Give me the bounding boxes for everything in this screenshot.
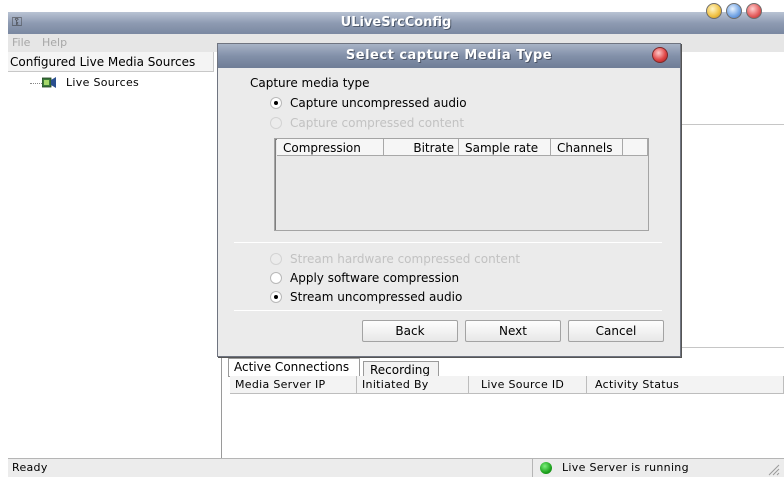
right-panel-area bbox=[680, 262, 784, 348]
dialog-close-button[interactable] bbox=[652, 47, 668, 63]
list-column-header bbox=[623, 139, 648, 156]
option-label[interactable]: Stream uncompressed audio bbox=[290, 290, 462, 304]
maximize-button[interactable] bbox=[726, 3, 742, 19]
group-label: Capture media type bbox=[250, 76, 370, 90]
tab-recording[interactable]: Recording bbox=[363, 361, 439, 377]
radio-apply-software[interactable] bbox=[270, 272, 282, 284]
next-button[interactable]: Next bbox=[465, 320, 561, 342]
window-title-bar[interactable]: ⚿ ULiveSrcConfig bbox=[8, 12, 784, 34]
minimize-button[interactable] bbox=[706, 3, 722, 19]
resize-grip-icon[interactable] bbox=[764, 460, 780, 476]
server-status-text: Live Server is running bbox=[562, 461, 689, 474]
status-separator bbox=[532, 459, 533, 477]
menu-help[interactable]: Help bbox=[42, 36, 67, 49]
column-header[interactable]: Activity Status bbox=[587, 376, 784, 394]
dialog-title-bar[interactable]: Select capture Media Type bbox=[218, 44, 680, 68]
radio-capture-uncompressed[interactable] bbox=[270, 97, 282, 109]
left-panel-header[interactable]: Configured Live Media Sources bbox=[8, 52, 214, 72]
cancel-button[interactable]: Cancel bbox=[568, 320, 664, 342]
right-panel-divider bbox=[680, 124, 784, 125]
column-header[interactable]: Initiated By bbox=[357, 376, 469, 394]
option-label: Capture compressed content bbox=[290, 116, 465, 130]
server-status-icon bbox=[540, 462, 552, 474]
list-column-header[interactable]: Bitrate bbox=[384, 139, 459, 156]
list-column-header[interactable]: Channels bbox=[551, 139, 623, 156]
separator bbox=[234, 242, 662, 243]
list-column-header[interactable]: Sample rate bbox=[459, 139, 551, 156]
sources-tree[interactable] bbox=[8, 72, 222, 460]
tree-connector bbox=[30, 83, 42, 84]
live-sources-icon bbox=[42, 77, 56, 88]
status-text: Ready bbox=[12, 461, 48, 474]
option-label: Stream hardware compressed content bbox=[290, 252, 521, 266]
option-label[interactable]: Capture uncompressed audio bbox=[290, 96, 467, 110]
option-label[interactable]: Apply software compression bbox=[290, 271, 459, 285]
close-button[interactable] bbox=[746, 3, 762, 19]
back-button[interactable]: Back bbox=[362, 320, 458, 342]
list-column-header[interactable]: Compression bbox=[277, 139, 384, 156]
window-title: ULiveSrcConfig bbox=[340, 15, 452, 30]
radio-stream-hardware bbox=[270, 253, 282, 265]
separator bbox=[234, 310, 662, 311]
radio-capture-compressed bbox=[270, 117, 282, 129]
tree-item-live-sources[interactable]: Live Sources bbox=[66, 76, 139, 89]
radio-stream-uncompressed[interactable] bbox=[270, 291, 282, 303]
tab-active-connections[interactable]: Active Connections bbox=[228, 358, 360, 376]
column-header[interactable]: Media Server IP bbox=[230, 376, 357, 394]
column-header[interactable]: Live Source ID bbox=[469, 376, 587, 394]
menu-file[interactable]: File bbox=[12, 36, 30, 49]
dialog-title: Select capture Media Type bbox=[345, 48, 553, 63]
